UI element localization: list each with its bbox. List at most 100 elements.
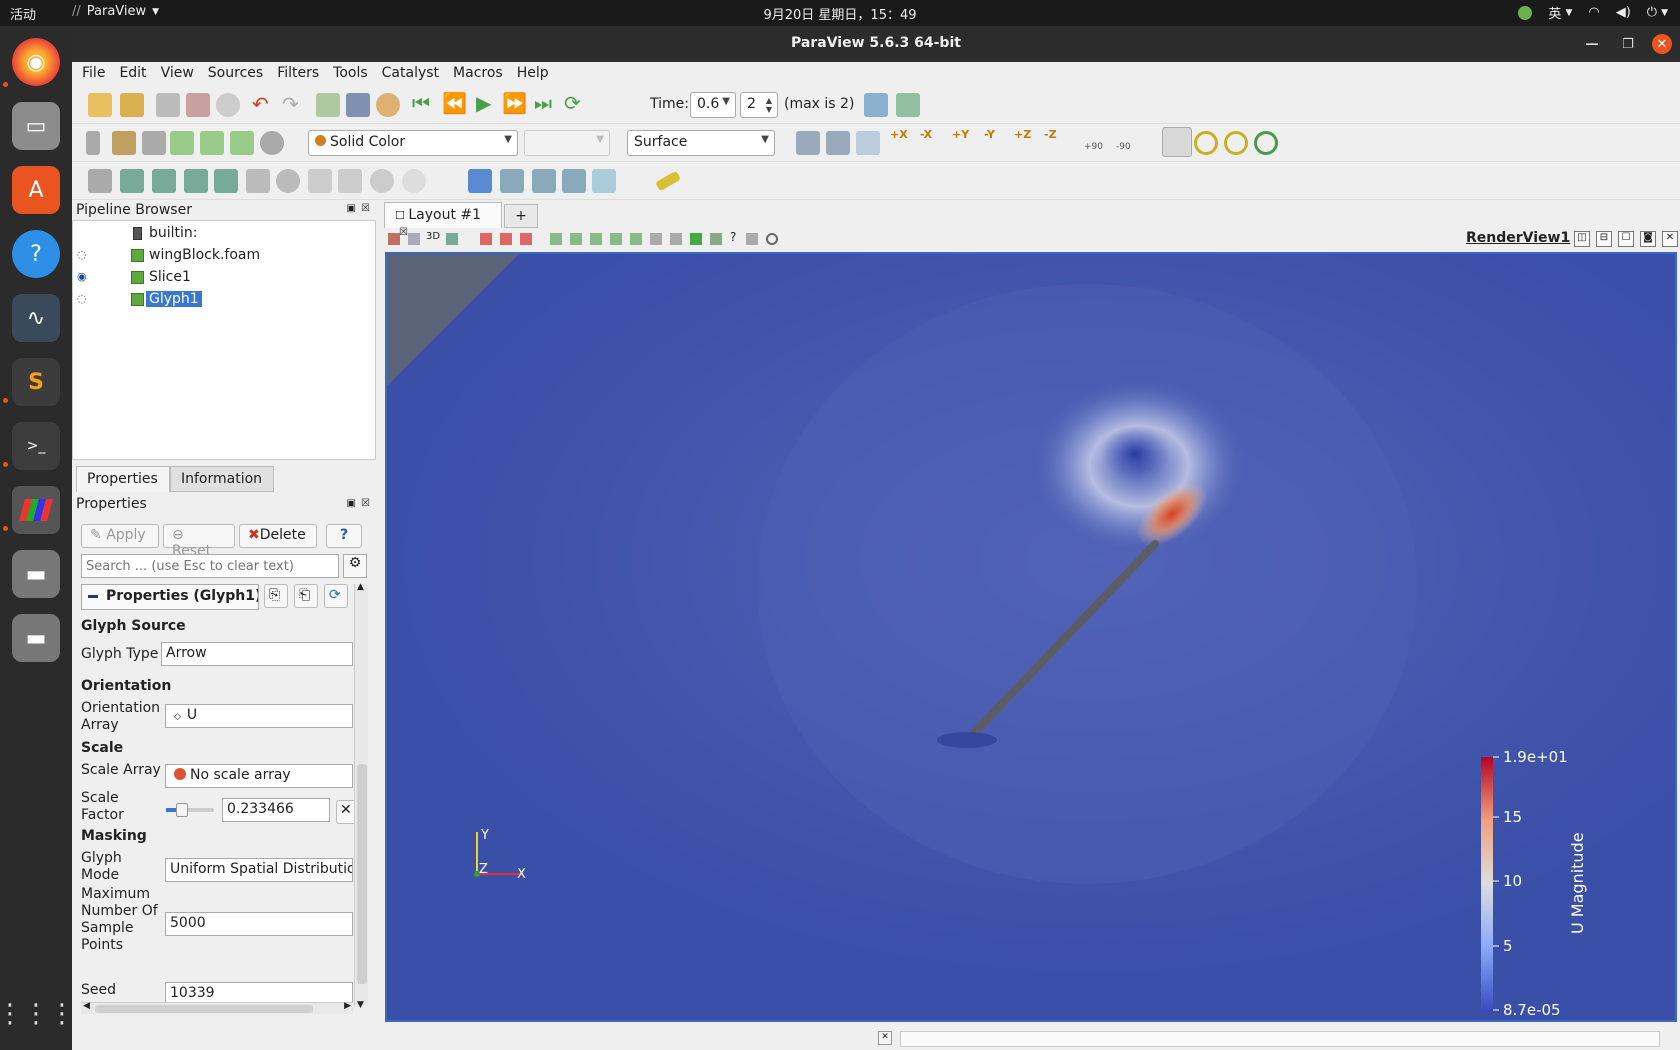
restore-view-icon[interactable]: ◙ [1640, 231, 1656, 247]
grow-selection-icon[interactable] [650, 233, 662, 245]
shrink-selection-icon[interactable] [670, 233, 682, 245]
delete-button[interactable]: ✖Delete [239, 524, 317, 548]
previous-frame-icon[interactable]: ⏪ [442, 91, 467, 115]
camera-undo-icon[interactable] [408, 233, 420, 245]
paste-icon[interactable]: ⎗ [294, 584, 318, 608]
wifi-icon[interactable]: ◠ [1588, 5, 1599, 20]
pick-center-icon[interactable] [1224, 131, 1248, 155]
zoom-to-box-icon[interactable] [856, 131, 880, 155]
vertical-scrollbar[interactable]: ▲ ▼ [354, 582, 368, 1010]
time-step-spinbox[interactable]: 2 ▲ ▼ [740, 92, 778, 118]
coloring-combo[interactable]: Solid Color ▼ [308, 130, 518, 156]
menu-tools[interactable]: Tools [333, 62, 376, 86]
spreadsheet-icon[interactable] [468, 169, 492, 193]
representation-combo[interactable]: Surface ▼ [627, 130, 775, 156]
menu-sources[interactable]: Sources [208, 62, 271, 86]
sublime-text-icon[interactable]: S [12, 358, 60, 406]
view-minus-y-button[interactable]: -Y [984, 128, 995, 141]
clear-selection-icon[interactable] [766, 233, 778, 245]
select-cells-through-icon[interactable] [520, 233, 532, 245]
python-calculator-icon[interactable] [592, 169, 616, 193]
system-tray[interactable]: 英 ▼ ◠ ◀) ⏻ ▼ [1518, 3, 1668, 22]
maximize-view-icon[interactable]: ☐ [1618, 231, 1634, 247]
tab-layout-1[interactable]: ☐ Layout #1 ☒ [384, 202, 502, 238]
plot-over-line-icon[interactable] [500, 169, 524, 193]
rescale-temporal-icon[interactable] [200, 131, 224, 155]
toggle-colorbar-icon[interactable] [86, 131, 100, 155]
slice-icon[interactable] [184, 169, 208, 193]
reset-range-icon[interactable] [142, 131, 166, 155]
first-frame-icon[interactable]: ⏮ [412, 91, 430, 115]
rescale-visible-icon[interactable] [230, 131, 254, 155]
copy-icon[interactable]: ⎘ [264, 584, 288, 608]
query-help-icon[interactable]: ? [730, 230, 736, 244]
menu-catalyst[interactable]: Catalyst [382, 62, 447, 86]
plot-data-icon[interactable] [562, 169, 586, 193]
stream-tracer-icon[interactable] [308, 169, 332, 193]
scroll-down-icon[interactable]: ▼ [357, 1000, 364, 1010]
rotate-minus-90-button[interactable]: -90 [1116, 142, 1131, 152]
glyph-icon[interactable] [276, 169, 300, 193]
view-plus-z-button[interactable]: +Z [1014, 128, 1031, 141]
scroll-up-icon[interactable]: ▲ [357, 582, 364, 592]
load-state-icon[interactable] [120, 93, 144, 117]
eye-closed-icon[interactable]: ◌ [77, 248, 87, 261]
maximize-button[interactable]: ❐ [1618, 34, 1638, 54]
undo-icon[interactable]: ↶ [252, 92, 269, 116]
warp-icon[interactable] [338, 169, 362, 193]
apply-button[interactable]: ✎ Apply [81, 524, 159, 548]
render-canvas[interactable]: Y X Z 1.9e+01 15 10 5 8.7e-05 U Magnitud… [387, 254, 1675, 1020]
refresh-icon[interactable]: ⟳ [324, 584, 348, 608]
query-icon[interactable] [896, 93, 920, 117]
glyph-type-select[interactable]: Arrow [161, 642, 353, 666]
scrollbar-thumb[interactable] [357, 764, 367, 984]
volume-icon[interactable]: ◀) [1616, 5, 1631, 20]
split-vertical-icon[interactable]: ⊟ [1596, 231, 1612, 247]
close-view-icon[interactable]: ✕ [1662, 231, 1678, 247]
center-axes-icon[interactable] [1194, 131, 1218, 155]
component-combo[interactable]: ▼ [524, 130, 610, 156]
view-minus-z-button[interactable]: -Z [1044, 128, 1057, 141]
clear-icon[interactable]: ✕ [336, 800, 356, 824]
close-icon[interactable]: ☒ [361, 498, 370, 509]
scale-factor-slider[interactable] [166, 803, 214, 817]
eye-icon[interactable] [260, 131, 284, 155]
auto-apply-icon[interactable] [216, 93, 240, 117]
view-minus-x-button[interactable]: -X [920, 128, 932, 141]
play-icon[interactable]: ▶ [476, 91, 491, 115]
orientation-array-select[interactable]: ◇ U [165, 704, 353, 728]
search-input[interactable] [81, 554, 339, 578]
scale-factor-input[interactable]: 0.233466 [222, 798, 330, 822]
menu-filters[interactable]: Filters [277, 62, 327, 86]
menu-macros[interactable]: Macros [453, 62, 511, 86]
tab-information[interactable]: Information [170, 466, 274, 492]
system-monitor-icon[interactable]: ∿ [12, 294, 60, 342]
close-icon[interactable]: ✕ [878, 1031, 892, 1045]
disconnect-icon[interactable] [186, 93, 210, 117]
drive-icon[interactable]: ▬ [12, 614, 60, 662]
colorbar-gradient[interactable] [1481, 757, 1493, 1010]
activities-button[interactable]: 活动 [10, 4, 36, 23]
firefox-icon[interactable]: ◉ [12, 38, 60, 86]
clock[interactable]: 9月20日 星期日，15：49 [763, 8, 916, 23]
select-cells-on-icon[interactable] [480, 233, 492, 245]
extract-level-icon[interactable] [402, 169, 426, 193]
glyph-mode-select[interactable]: Uniform Spatial Distribution [165, 858, 353, 882]
interaction-mode-icon[interactable] [1254, 131, 1278, 155]
menu-file[interactable]: File [82, 62, 113, 86]
hover-points-icon[interactable] [630, 233, 642, 245]
select-polygon-icon[interactable] [570, 233, 582, 245]
zoom-to-data-icon[interactable] [826, 131, 850, 155]
minimize-button[interactable]: — [1582, 34, 1602, 54]
reset-camera-icon[interactable] [796, 131, 820, 155]
find-data-icon[interactable] [864, 93, 888, 117]
rotate-plus-90-button[interactable]: +90 [1084, 142, 1103, 152]
properties-group-header[interactable]: Properties (Glyph1) [81, 584, 259, 610]
calculator-icon[interactable] [88, 169, 112, 193]
last-frame-icon[interactable]: ⏭ [534, 91, 552, 115]
show-apps-icon[interactable]: ⋮⋮⋮ [0, 990, 75, 1038]
add-layout-button[interactable]: + [504, 204, 538, 228]
paraview-icon[interactable] [12, 486, 60, 534]
menu-edit[interactable]: Edit [119, 62, 154, 86]
select-points-through-icon[interactable] [550, 233, 562, 245]
